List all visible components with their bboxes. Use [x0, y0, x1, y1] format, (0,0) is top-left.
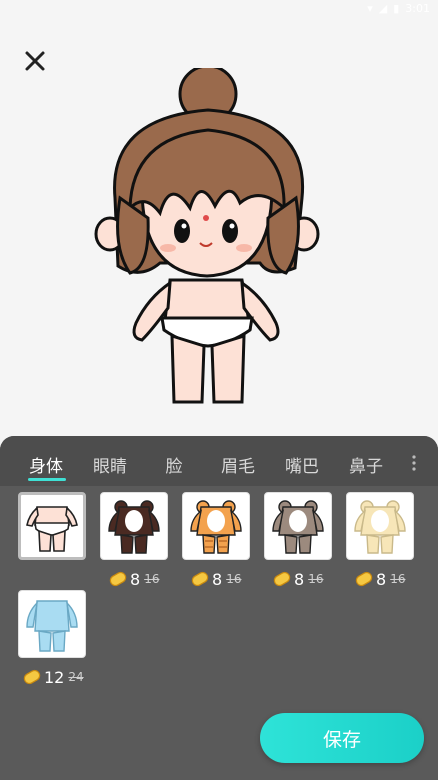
item-price-cream: 8 16 — [354, 568, 405, 590]
item-body-grey-bear[interactable] — [264, 492, 332, 560]
price-value: 8 — [212, 569, 223, 589]
original-price: 24 — [68, 670, 84, 684]
avatar-preview — [90, 64, 330, 413]
price-value: 12 — [44, 667, 65, 687]
coin-icon — [191, 571, 209, 587]
item-body-orange-tiger[interactable] — [182, 492, 250, 560]
original-price: 16 — [308, 572, 324, 586]
orange-tiger-body-icon — [190, 500, 242, 554]
body-default-icon — [26, 506, 78, 552]
item-body-light-blue[interactable] — [18, 590, 86, 658]
item-body-default[interactable] — [18, 492, 86, 560]
tab-mouth[interactable]: 嘴巴 — [272, 452, 332, 477]
item-price-light-blue: 12 24 — [22, 666, 84, 688]
tab-eyebrows[interactable]: 眉毛 — [208, 452, 268, 477]
grey-bear-body-icon — [272, 500, 324, 554]
item-price-brown-bear: 8 16 — [108, 568, 159, 590]
coin-icon — [23, 669, 41, 685]
save-button[interactable]: 保存 — [260, 713, 424, 763]
category-tabs: 身体 眼睛 脸 眉毛 嘴巴 鼻子 — [0, 436, 438, 486]
close-button[interactable] — [20, 46, 50, 76]
tab-eyes[interactable]: 眼睛 — [80, 452, 140, 477]
more-tabs-icon[interactable] — [412, 454, 416, 472]
price-value: 8 — [376, 569, 387, 589]
coin-icon — [355, 571, 373, 587]
coin-icon — [109, 571, 127, 587]
status-bar: ▾ ◢ ▮ 3:01 — [0, 0, 438, 20]
battery-icon: ▮ — [393, 2, 400, 15]
close-icon — [25, 51, 45, 71]
wifi-icon: ▾ — [367, 2, 373, 15]
coin-icon — [273, 571, 291, 587]
item-price-grey-bear: 8 16 — [272, 568, 323, 590]
tab-nose[interactable]: 鼻子 — [336, 452, 396, 477]
item-body-brown-bear[interactable] — [100, 492, 168, 560]
light-blue-body-icon — [26, 600, 78, 652]
signal-icon: ◢ — [378, 2, 388, 15]
item-price-orange-tiger: 8 16 — [190, 568, 241, 590]
price-value: 8 — [294, 569, 305, 589]
item-body-cream[interactable] — [346, 492, 414, 560]
original-price: 16 — [390, 572, 406, 586]
tab-body[interactable]: 身体 — [16, 452, 76, 477]
cream-body-icon — [354, 500, 406, 554]
original-price: 16 — [226, 572, 242, 586]
price-value: 8 — [130, 569, 141, 589]
tab-face[interactable]: 脸 — [144, 452, 204, 477]
active-tab-indicator — [28, 478, 66, 481]
status-time: 3:01 — [405, 2, 430, 15]
original-price: 16 — [144, 572, 160, 586]
brown-bear-body-icon — [108, 500, 160, 554]
